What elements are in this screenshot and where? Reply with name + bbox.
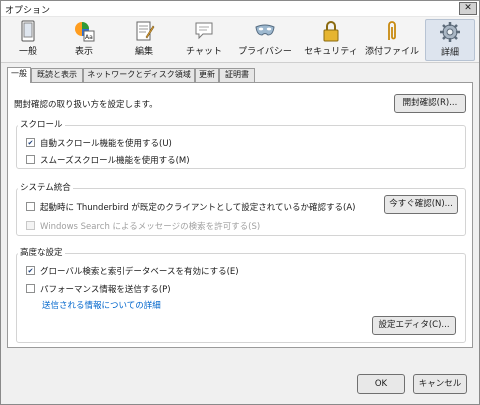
pane-privacy[interactable]: プライバシー: [233, 19, 297, 61]
ok-button[interactable]: OK: [357, 374, 405, 394]
advanced-config-label: 高度な設定: [18, 246, 65, 258]
telemetry-info-link[interactable]: 送信される情報についての詳細: [42, 299, 161, 311]
default-client-checkbox[interactable]: [26, 202, 35, 211]
advanced-gear-icon: [440, 22, 460, 42]
pane-general[interactable]: 一般: [5, 19, 51, 61]
auto-scroll-label: 自動スクロール機能を使用する(U): [40, 139, 172, 149]
pane-label: 表示: [74, 47, 93, 57]
windows-search-checkbox: [26, 221, 35, 230]
smooth-scroll-checkbox[interactable]: [26, 155, 35, 164]
attachment-clip-icon: [388, 21, 396, 40]
pane-label: 編集: [134, 47, 153, 57]
auto-scroll-checkbox[interactable]: ✔: [26, 138, 35, 147]
pane-label: 一般: [18, 47, 37, 57]
return-receipt-text: 開封確認の取り扱い方を設定します。: [14, 100, 158, 110]
tab-update[interactable]: 更新: [195, 68, 219, 82]
pane-attachments[interactable]: 添付ファイル: [363, 19, 421, 61]
cancel-button[interactable]: キャンセル: [413, 374, 467, 394]
tab-certificates[interactable]: 証明書: [219, 68, 255, 82]
scroll-group-label: スクロール: [18, 118, 65, 130]
chat-icon: [195, 22, 213, 40]
close-button[interactable]: ✕: [459, 2, 477, 15]
pane-display[interactable]: Aa 表示: [61, 19, 107, 61]
pane-label: セキュリティ: [304, 47, 358, 57]
options-window: オプション ✕ 一般 Aa 表示 編集 チャット プライバシー セキュリティ 添…: [0, 0, 480, 405]
performance-report-checkbox[interactable]: [26, 284, 35, 293]
default-client-label: 起動時に Thunderbird が既定のクライアントとして設定されているか確認…: [40, 203, 356, 213]
pane-compose[interactable]: 編集: [121, 19, 167, 61]
pane-label: チャット: [186, 47, 222, 57]
window-title: オプション: [5, 6, 51, 16]
tab-reading-display[interactable]: 既読と表示: [31, 68, 83, 82]
tab-network-disk[interactable]: ネットワークとディスク領域: [83, 68, 195, 82]
config-editor-button[interactable]: 設定エディタ(C)...: [372, 316, 456, 335]
pane-label: 詳細: [440, 48, 459, 58]
privacy-mask-icon: [255, 24, 275, 36]
check-now-button[interactable]: 今すぐ確認(N)...: [384, 195, 458, 214]
compose-icon: [136, 21, 155, 41]
title-bar: オプション ✕: [1, 1, 479, 17]
svg-text:Aa: Aa: [85, 34, 93, 41]
performance-report-label: パフォーマンス情報を送信する(P): [40, 285, 171, 295]
global-search-checkbox[interactable]: ✔: [26, 266, 35, 275]
pane-label: 添付ファイル: [364, 47, 419, 57]
system-integration-label: システム統合: [18, 181, 73, 193]
display-icon: Aa: [75, 22, 95, 42]
pane-advanced[interactable]: 詳細: [425, 19, 475, 61]
security-lock-icon: [323, 21, 339, 42]
tab-general[interactable]: 一般: [7, 67, 31, 83]
global-search-label: グローバル検索と索引データベースを有効にする(E): [40, 267, 239, 277]
general-tab-panel: 開封確認の取り扱い方を設定します。 開封確認(R)... スクロール ✔ 自動ス…: [7, 82, 473, 348]
smooth-scroll-label: スムーズスクロール機能を使用する(M): [40, 156, 190, 166]
windows-search-label: Windows Search によるメッセージの検索を許可する(S): [40, 222, 261, 232]
return-receipts-button[interactable]: 開封確認(R)...: [394, 94, 466, 113]
pane-toolbar: 一般 Aa 表示 編集 チャット プライバシー セキュリティ 添付ファイル 詳細: [1, 17, 479, 63]
general-icon: [21, 20, 35, 42]
pane-label: プライバシー: [238, 47, 292, 57]
pane-security[interactable]: セキュリティ: [301, 19, 361, 61]
pane-chat[interactable]: チャット: [179, 19, 229, 61]
